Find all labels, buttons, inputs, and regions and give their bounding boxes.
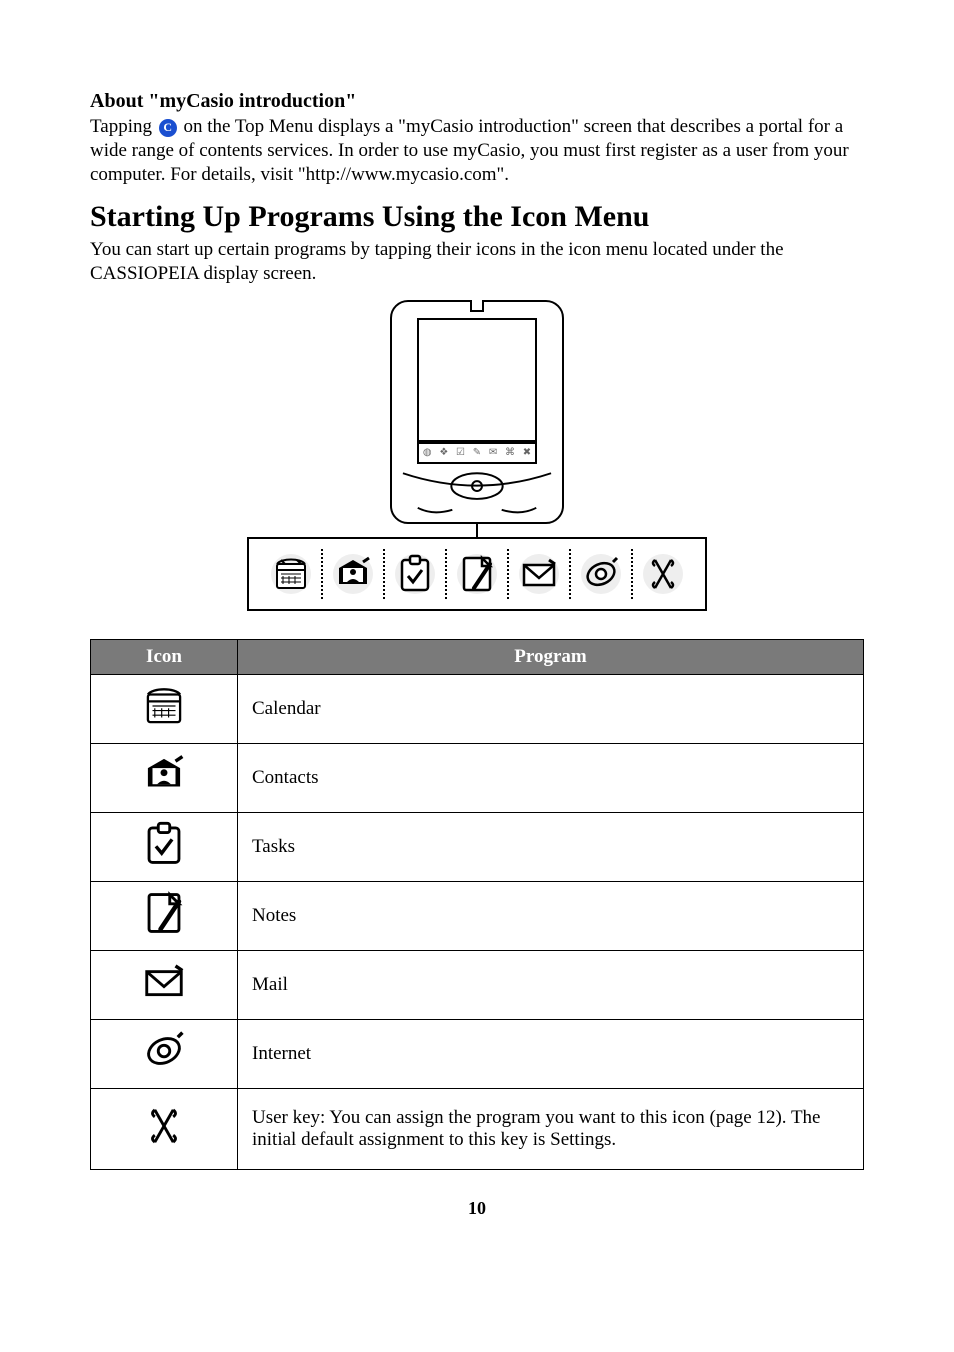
section-intro: You can start up certain programs by tap… <box>90 238 864 286</box>
contacts-icon <box>333 554 373 594</box>
mini-icon: ❖ <box>439 447 448 458</box>
row-program: User key: You can assign the program you… <box>238 1088 864 1169</box>
userkey-icon <box>141 1103 187 1149</box>
section-title: Starting Up Programs Using the Icon Menu <box>90 200 864 234</box>
mini-icon: ✎ <box>473 447 481 458</box>
iconbar-cell-notes <box>445 549 507 599</box>
tasks-icon <box>144 821 184 867</box>
row-program: Contacts <box>238 743 864 812</box>
row-program: Calendar <box>238 674 864 743</box>
icon-program-table: Icon Program Calendar <box>90 639 864 1170</box>
table-row: Notes <box>91 881 864 950</box>
page: About "myCasio introduction" Tapping C o… <box>0 0 954 1352</box>
about-heading: About "myCasio introduction" <box>90 90 864 113</box>
row-program: Notes <box>238 881 864 950</box>
iconbar-cell-tasks <box>383 549 445 599</box>
row-program: Internet <box>238 1019 864 1088</box>
userkey-icon <box>643 554 683 594</box>
row-program: Mail <box>238 950 864 1019</box>
table-head-program: Program <box>238 639 864 674</box>
mini-icon: ✖ <box>523 447 531 458</box>
internet-icon <box>581 554 621 594</box>
mini-icon: ◍ <box>423 447 432 458</box>
contacts-icon <box>141 752 187 798</box>
table-row: Calendar <box>91 674 864 743</box>
row-icon-internet <box>91 1019 238 1088</box>
tasks-icon <box>398 554 432 594</box>
about-text-1a: Tapping <box>90 116 157 137</box>
mini-icon: ⌘ <box>505 447 515 458</box>
device-top-notch <box>470 300 484 312</box>
internet-icon <box>141 1028 187 1074</box>
row-icon-notes <box>91 881 238 950</box>
mail-icon <box>141 959 187 1005</box>
table-head-icon: Icon <box>91 639 238 674</box>
table-row: Internet <box>91 1019 864 1088</box>
notes-icon <box>144 890 184 936</box>
row-program: Tasks <box>238 812 864 881</box>
iconbar-cell-mail <box>507 549 569 599</box>
device-chin <box>398 468 556 518</box>
device-mini-iconbar: ◍ ❖ ☑ ✎ ✉ ⌘ ✖ <box>417 442 537 464</box>
row-icon-contacts <box>91 743 238 812</box>
iconbar-cell-userkey <box>631 549 693 599</box>
table-row: Contacts <box>91 743 864 812</box>
mycasio-inline-icon: C <box>159 119 177 137</box>
row-icon-calendar <box>91 674 238 743</box>
device-screen <box>417 318 537 442</box>
row-icon-tasks <box>91 812 238 881</box>
row-icon-mail <box>91 950 238 1019</box>
about-text-1b: on the Top Menu displays a "myCasio intr… <box>90 116 849 185</box>
mail-icon <box>519 554 559 594</box>
device-outline: ◍ ❖ ☑ ✎ ✉ ⌘ ✖ <box>390 300 564 524</box>
iconbar-cell-internet <box>569 549 631 599</box>
iconbar-cell-calendar <box>261 549 321 599</box>
calendar-icon <box>271 554 311 594</box>
device-figure: ◍ ❖ ☑ ✎ ✉ ⌘ ✖ <box>90 300 864 611</box>
page-number: 10 <box>90 1198 864 1219</box>
table-row: User key: You can assign the program you… <box>91 1088 864 1169</box>
notes-icon <box>460 554 494 594</box>
mini-icon: ✉ <box>489 447 497 458</box>
about-paragraph: Tapping C on the Top Menu displays a "my… <box>90 115 864 186</box>
iconbar-cell-contacts <box>321 549 383 599</box>
row-icon-userkey <box>91 1088 238 1169</box>
iconbar-large <box>247 537 707 611</box>
calendar-icon <box>141 683 187 729</box>
table-row: Tasks <box>91 812 864 881</box>
table-row: Mail <box>91 950 864 1019</box>
mini-icon: ☑ <box>456 447 465 458</box>
